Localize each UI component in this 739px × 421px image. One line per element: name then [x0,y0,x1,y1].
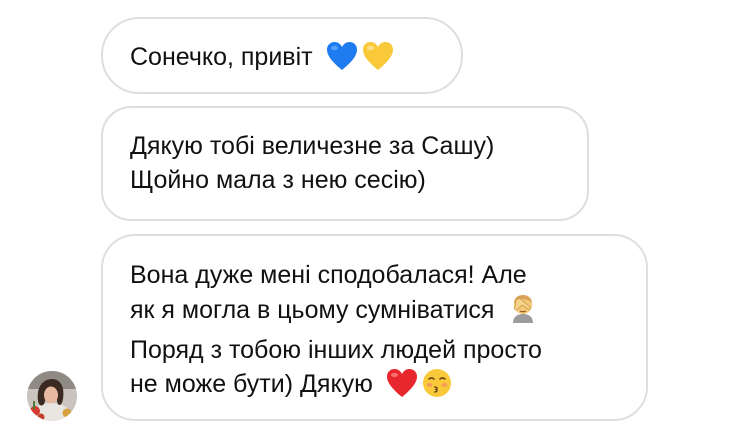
kissing-face-icon [422,368,452,407]
message-text: як я могла в цьому сумніватися [130,296,495,324]
red-heart-icon [386,368,418,407]
message-bubble[interactable]: Сонечко, привіт [101,17,463,94]
message-bubble[interactable]: Вона дуже мені сподобалася! Але як я мог… [101,234,648,421]
message-text: Щойно мала з нею сесію) [130,166,426,194]
yellow-heart-icon [362,41,394,80]
message-text: Поряд з тобою інших людей просто [130,336,542,364]
blue-heart-icon [326,41,358,80]
message-text: не може бути) Дякую [130,370,373,398]
message-text: Вона дуже мені сподобалася! Але [130,261,527,289]
facepalm-icon [507,292,539,333]
message-bubble[interactable]: Дякую тобі величезне за Сашу) Щойно мала… [101,106,589,221]
avatar[interactable] [27,371,77,421]
message-text: Сонечко, привіт [130,43,313,71]
message-text: Дякую тобі величезне за Сашу) [130,132,495,160]
